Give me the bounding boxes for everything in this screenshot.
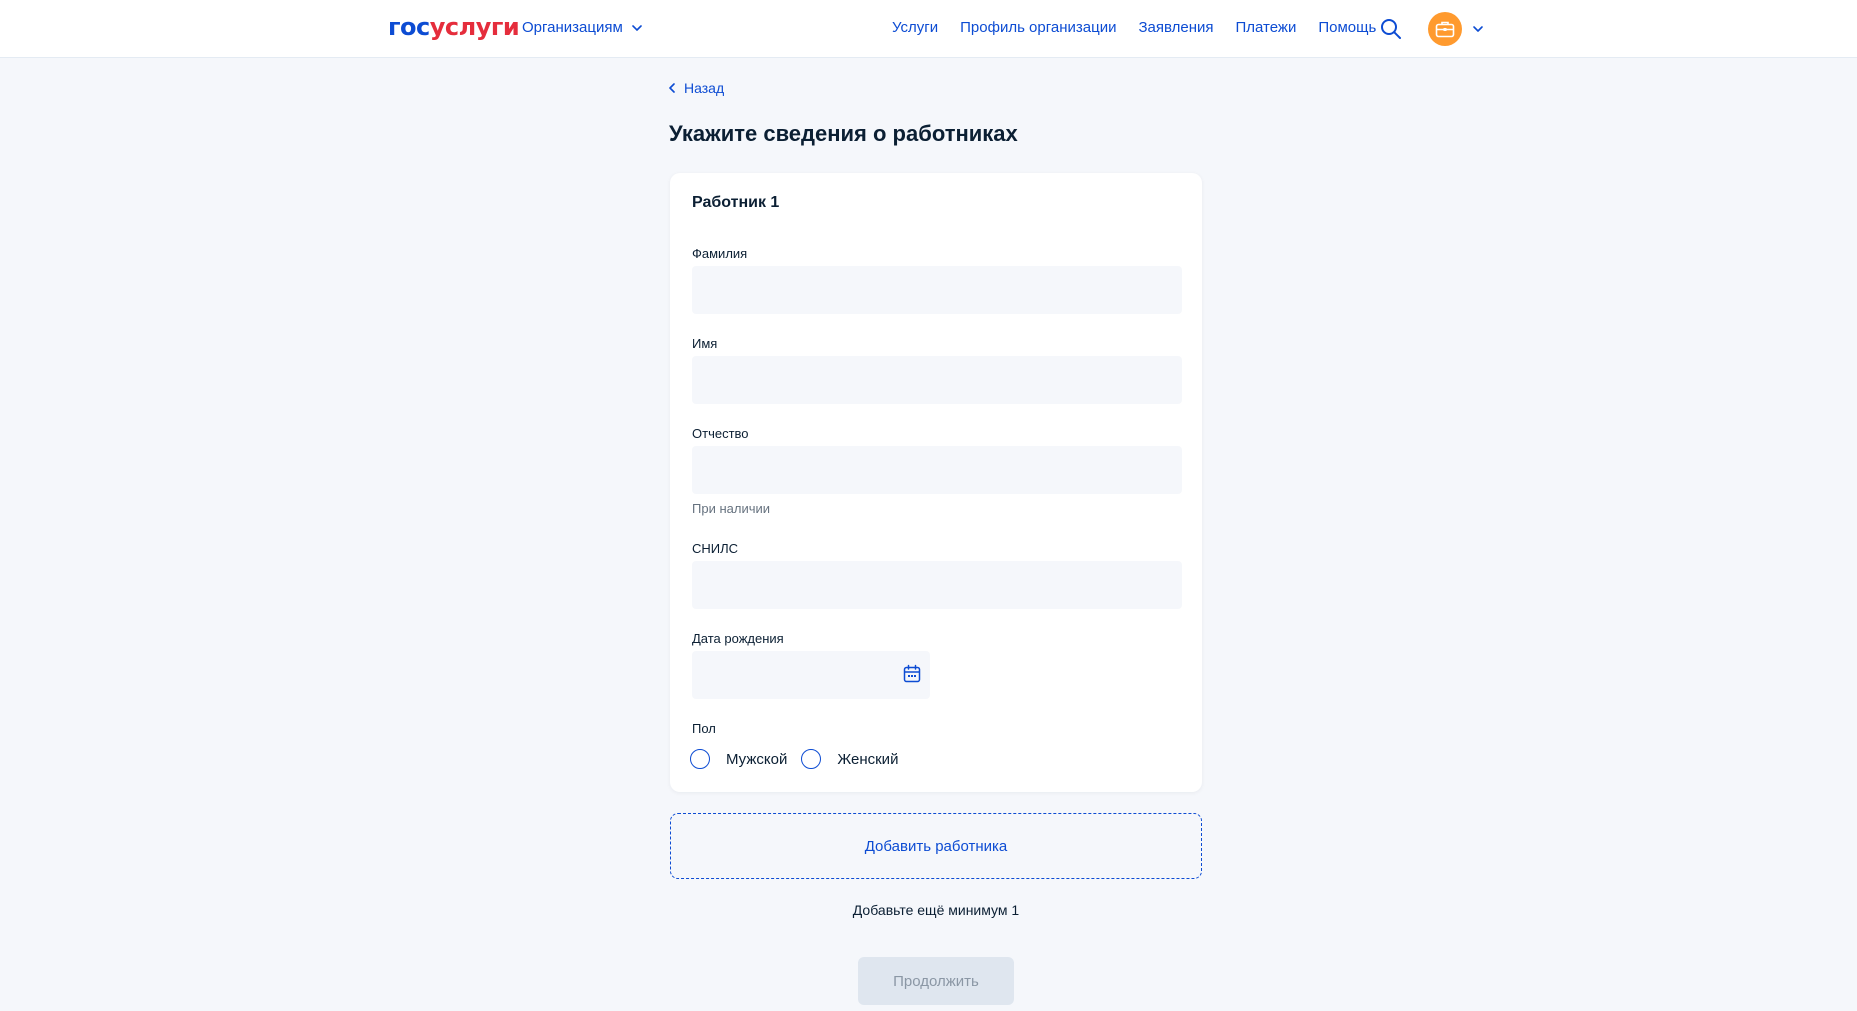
first-name-input[interactable] [692, 356, 1182, 404]
add-worker-button[interactable]: Добавить работника [670, 813, 1202, 879]
logo-part-gos: гос [388, 13, 430, 41]
calendar-icon[interactable] [902, 664, 922, 684]
gosuslugi-logo[interactable]: госуслуги [388, 13, 520, 41]
logo-part-uslugi: услуги [429, 13, 520, 41]
gender-radio-group: Мужской Женский [690, 749, 912, 769]
first-name-label: Имя [692, 336, 718, 351]
patronymic-input[interactable] [692, 446, 1182, 494]
patronymic-hint: При наличии [692, 501, 770, 516]
nav-applications[interactable]: Заявления [1138, 19, 1213, 36]
chevron-left-icon [669, 83, 675, 93]
last-name-input[interactable] [692, 266, 1182, 314]
gender-label: Пол [692, 721, 716, 736]
minimum-workers-note: Добавьте ещё минимум 1 [852, 902, 1020, 918]
birth-date-input[interactable] [692, 651, 930, 699]
radio-circle[interactable] [690, 749, 710, 769]
worker-card-title: Работник 1 [692, 194, 780, 211]
top-header: госуслуги Организациям Услуги Профиль ор… [0, 0, 1857, 58]
gender-female-radio[interactable]: Женский [801, 749, 898, 769]
page-title: Укажите сведения о работниках [669, 121, 1018, 146]
last-name-label: Фамилия [692, 246, 748, 261]
worker-card: Работник 1 Фамилия Имя Отчество При нали… [670, 173, 1202, 792]
patronymic-label: Отчество [692, 426, 749, 441]
radio-circle[interactable] [801, 749, 822, 769]
gender-male-label: Мужской [726, 750, 788, 768]
search-icon[interactable] [1380, 18, 1402, 40]
org-avatar[interactable] [1428, 12, 1462, 46]
gender-male-radio[interactable]: Мужской [690, 749, 787, 769]
birth-date-label: Дата рождения [692, 631, 784, 646]
nav-org-profile[interactable]: Профиль организации [960, 19, 1116, 36]
snils-label: СНИЛС [692, 541, 739, 556]
add-worker-label: Добавить работника [864, 837, 1008, 855]
organizations-dropdown[interactable]: Организациям [522, 19, 643, 36]
main-nav: Услуги Профиль организации Заявления Пла… [892, 19, 1376, 36]
nav-help[interactable]: Помощь [1318, 19, 1376, 36]
gender-female-label: Женский [837, 750, 899, 768]
snils-input[interactable] [692, 561, 1182, 609]
nav-services[interactable]: Услуги [892, 19, 938, 36]
chevron-down-icon [631, 24, 642, 31]
chevron-down-icon[interactable] [1472, 23, 1484, 35]
briefcase-icon [1435, 21, 1455, 38]
back-link[interactable]: Назад [668, 80, 724, 96]
organizations-label: Организациям [522, 19, 623, 36]
continue-button[interactable]: Продолжить [858, 957, 1014, 1005]
back-label: Назад [684, 80, 725, 96]
nav-payments[interactable]: Платежи [1236, 19, 1297, 36]
